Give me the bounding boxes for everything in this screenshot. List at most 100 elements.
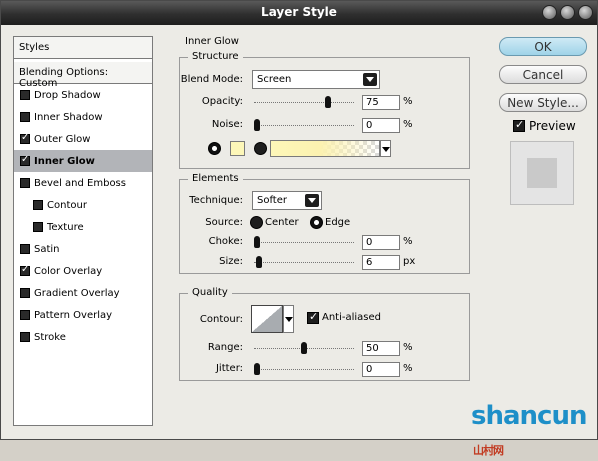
range-input[interactable]: 50 <box>362 341 400 356</box>
chevron-down-icon[interactable] <box>380 140 391 157</box>
blending-options[interactable]: Blending Options: Custom <box>14 62 152 89</box>
cancel-button[interactable]: Cancel <box>499 65 587 84</box>
noise-slider-thumb[interactable] <box>254 119 260 131</box>
style-item[interactable]: Inner Glow <box>14 150 152 172</box>
range-slider-thumb[interactable] <box>301 342 307 354</box>
style-item[interactable]: Contour <box>14 194 152 216</box>
blend-mode-select[interactable]: Screen <box>252 70 380 89</box>
style-item-label: Stroke <box>34 332 66 343</box>
color-radio[interactable] <box>208 142 221 155</box>
minimize-icon[interactable] <box>542 5 557 20</box>
noise-input[interactable]: 0 <box>362 118 400 133</box>
anti-aliased-label[interactable]: Anti-aliased <box>322 312 381 323</box>
opacity-unit: % <box>403 96 413 107</box>
watermark-text: shancun <box>471 401 587 431</box>
blend-mode-value: Screen <box>257 74 292 85</box>
technique-select[interactable]: Softer <box>252 191 322 210</box>
style-checkbox[interactable] <box>20 154 30 166</box>
source-edge-radio[interactable] <box>310 216 323 229</box>
choke-label: Choke: <box>208 236 243 247</box>
styles-list: Styles Blending Options: Custom Drop Sha… <box>13 36 153 426</box>
style-checkbox[interactable] <box>20 288 30 298</box>
choke-slider[interactable] <box>254 236 354 248</box>
style-item[interactable]: Color Overlay <box>14 260 152 282</box>
ok-button[interactable]: OK <box>499 37 587 56</box>
gradient-picker[interactable] <box>270 140 380 157</box>
inner-glow-panel: Inner Glow Structure Blend Mode: Screen … <box>171 36 483 426</box>
style-item-label: Satin <box>34 244 60 255</box>
style-checkbox[interactable] <box>20 264 30 276</box>
style-item[interactable]: Bevel and Emboss <box>14 172 152 194</box>
section-title: Inner Glow <box>185 36 239 47</box>
style-checkbox[interactable] <box>20 132 30 144</box>
jitter-slider-thumb[interactable] <box>254 363 260 375</box>
style-item[interactable]: Gradient Overlay <box>14 282 152 304</box>
style-checkbox[interactable] <box>20 310 30 320</box>
layer-style-dialog: Layer Style Styles Blending Options: Cus… <box>0 0 598 457</box>
style-checkbox[interactable] <box>33 222 43 232</box>
gradient-radio[interactable] <box>254 142 267 155</box>
elements-title: Elements <box>188 173 243 184</box>
choke-input[interactable]: 0 <box>362 235 400 250</box>
jitter-label: Jitter: <box>215 363 243 374</box>
range-unit: % <box>403 342 413 353</box>
window-title: Layer Style <box>261 5 337 19</box>
style-item-label: Pattern Overlay <box>34 310 113 321</box>
contour-preview[interactable] <box>251 305 283 333</box>
style-item-label: Contour <box>47 200 87 211</box>
size-slider[interactable] <box>254 256 354 268</box>
contour-label: Contour: <box>199 314 243 325</box>
range-slider[interactable] <box>254 342 354 354</box>
style-checkbox[interactable] <box>20 90 30 100</box>
jitter-unit: % <box>403 363 413 374</box>
style-item-label: Color Overlay <box>34 266 103 277</box>
preview-checkbox[interactable] <box>513 118 525 132</box>
style-item-label: Bevel and Emboss <box>34 178 126 189</box>
chevron-down-icon <box>363 73 377 86</box>
style-item-label: Inner Glow <box>34 156 95 167</box>
size-slider-thumb[interactable] <box>256 256 262 268</box>
style-checkbox[interactable] <box>20 332 30 342</box>
glow-color-swatch[interactable] <box>230 141 245 156</box>
noise-label: Noise: <box>211 119 243 130</box>
structure-title: Structure <box>188 51 243 62</box>
style-checkbox[interactable] <box>20 112 30 122</box>
style-item[interactable]: Outer Glow <box>14 128 152 150</box>
size-unit: px <box>403 256 416 267</box>
opacity-input[interactable]: 75 <box>362 95 400 110</box>
style-checkbox[interactable] <box>20 244 30 254</box>
opacity-slider[interactable] <box>254 96 354 108</box>
style-item[interactable]: Drop Shadow <box>14 84 152 106</box>
close-icon[interactable] <box>578 5 593 20</box>
opacity-slider-thumb[interactable] <box>325 96 331 108</box>
jitter-input[interactable]: 0 <box>362 362 400 377</box>
style-preview-swatch <box>527 158 557 188</box>
anti-aliased-checkbox[interactable] <box>307 310 319 324</box>
opacity-label: Opacity: <box>201 96 243 107</box>
style-item[interactable]: Pattern Overlay <box>14 304 152 326</box>
style-item[interactable]: Stroke <box>14 326 152 348</box>
style-checkbox[interactable] <box>33 200 43 210</box>
source-center-radio[interactable] <box>250 216 263 229</box>
source-edge-label[interactable]: Edge <box>325 217 350 228</box>
chevron-down-icon[interactable] <box>283 305 294 333</box>
noise-slider[interactable] <box>254 119 354 131</box>
style-item-label: Inner Shadow <box>34 112 103 123</box>
quality-group: Quality Contour: Anti-aliased Range: 50 … <box>179 287 470 381</box>
maximize-icon[interactable] <box>560 5 575 20</box>
style-preview <box>510 141 574 205</box>
size-input[interactable]: 6 <box>362 255 400 270</box>
style-item[interactable]: Satin <box>14 238 152 260</box>
style-item[interactable]: Inner Shadow <box>14 106 152 128</box>
style-item[interactable]: Texture <box>14 216 152 238</box>
watermark-suffix: 山村网 <box>473 444 504 457</box>
styles-header[interactable]: Styles <box>14 37 152 59</box>
jitter-slider[interactable] <box>254 363 354 375</box>
preview-label[interactable]: Preview <box>529 119 576 133</box>
style-checkbox[interactable] <box>20 178 30 188</box>
source-label: Source: <box>205 217 243 228</box>
choke-slider-thumb[interactable] <box>254 236 260 248</box>
new-style-button[interactable]: New Style... <box>499 93 587 112</box>
watermark-logo: shancun 山村网 <box>471 401 597 461</box>
source-center-label[interactable]: Center <box>265 217 299 228</box>
